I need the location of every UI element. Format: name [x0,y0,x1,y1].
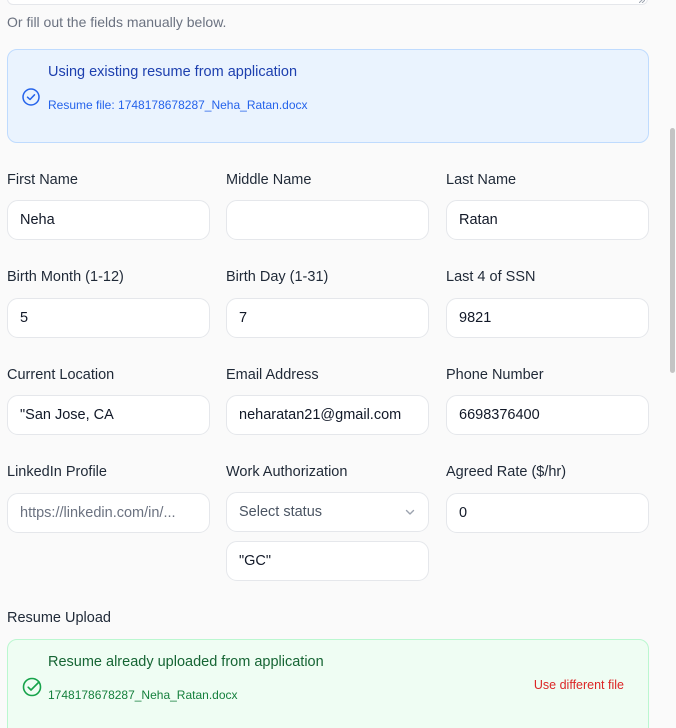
uploaded-title: Resume already uploaded from application [48,654,324,670]
middle-name-field[interactable] [226,200,429,240]
use-different-file-link[interactable]: Use different file [534,678,624,692]
location-label: Current Location [7,367,115,383]
resume-uploaded-notice: Resume already uploaded from application… [7,639,649,728]
email-field[interactable]: neharatan21@gmail.com [226,395,429,435]
check-circle-icon [22,88,40,106]
chevron-down-icon [405,509,415,515]
birth-day-field[interactable]: 7 [226,298,429,338]
last-name-label: Last Name [446,172,517,188]
phone-field[interactable]: 6698376400 [446,395,649,435]
resize-grip-icon[interactable] [639,0,645,3]
work-auth-label: Work Authorization [226,464,348,480]
linkedin-label: LinkedIn Profile [7,464,107,480]
ssn-last4-field[interactable]: 9821 [446,298,649,338]
previous-textarea[interactable] [7,0,648,5]
ssn-last4-label: Last 4 of SSN [446,269,536,285]
linkedin-field[interactable]: https://linkedin.com/in/... [7,493,210,533]
birth-day-label: Birth Day (1-31) [226,269,329,285]
work-auth-other-field[interactable]: "GC" [226,541,429,581]
notice-title: Using existing resume from application [48,64,298,80]
scrollbar[interactable] [668,0,676,728]
notice-file-line: Resume file: 1748178678287_Neha_Ratan.do… [48,98,308,112]
middle-name-label: Middle Name [226,172,312,188]
first-name-label: First Name [7,172,78,188]
resume-upload-label: Resume Upload [7,610,111,626]
existing-resume-notice: Using existing resume from application R… [7,49,649,143]
last-name-field[interactable]: Ratan [446,200,649,240]
birth-month-field[interactable]: 5 [7,298,210,338]
work-auth-selected: Select status [239,504,323,520]
uploaded-file-name: 1748178678287_Neha_Ratan.docx [48,688,238,702]
linkedin-placeholder: https://linkedin.com/in/... [20,505,176,521]
first-name-field[interactable]: Neha [7,200,210,240]
scrollbar-thumb[interactable] [670,128,675,373]
rate-field[interactable]: 0 [446,493,649,533]
check-circle-icon [22,677,42,697]
birth-month-label: Birth Month (1-12) [7,269,124,285]
rate-label: Agreed Rate ($/hr) [446,464,567,480]
location-field[interactable]: "San Jose, CA [7,395,210,435]
work-auth-select[interactable]: Select status [226,492,429,532]
email-label: Email Address [226,367,319,383]
manual-fill-hint: Or fill out the fields manually below. [7,14,227,30]
phone-label: Phone Number [446,367,544,383]
